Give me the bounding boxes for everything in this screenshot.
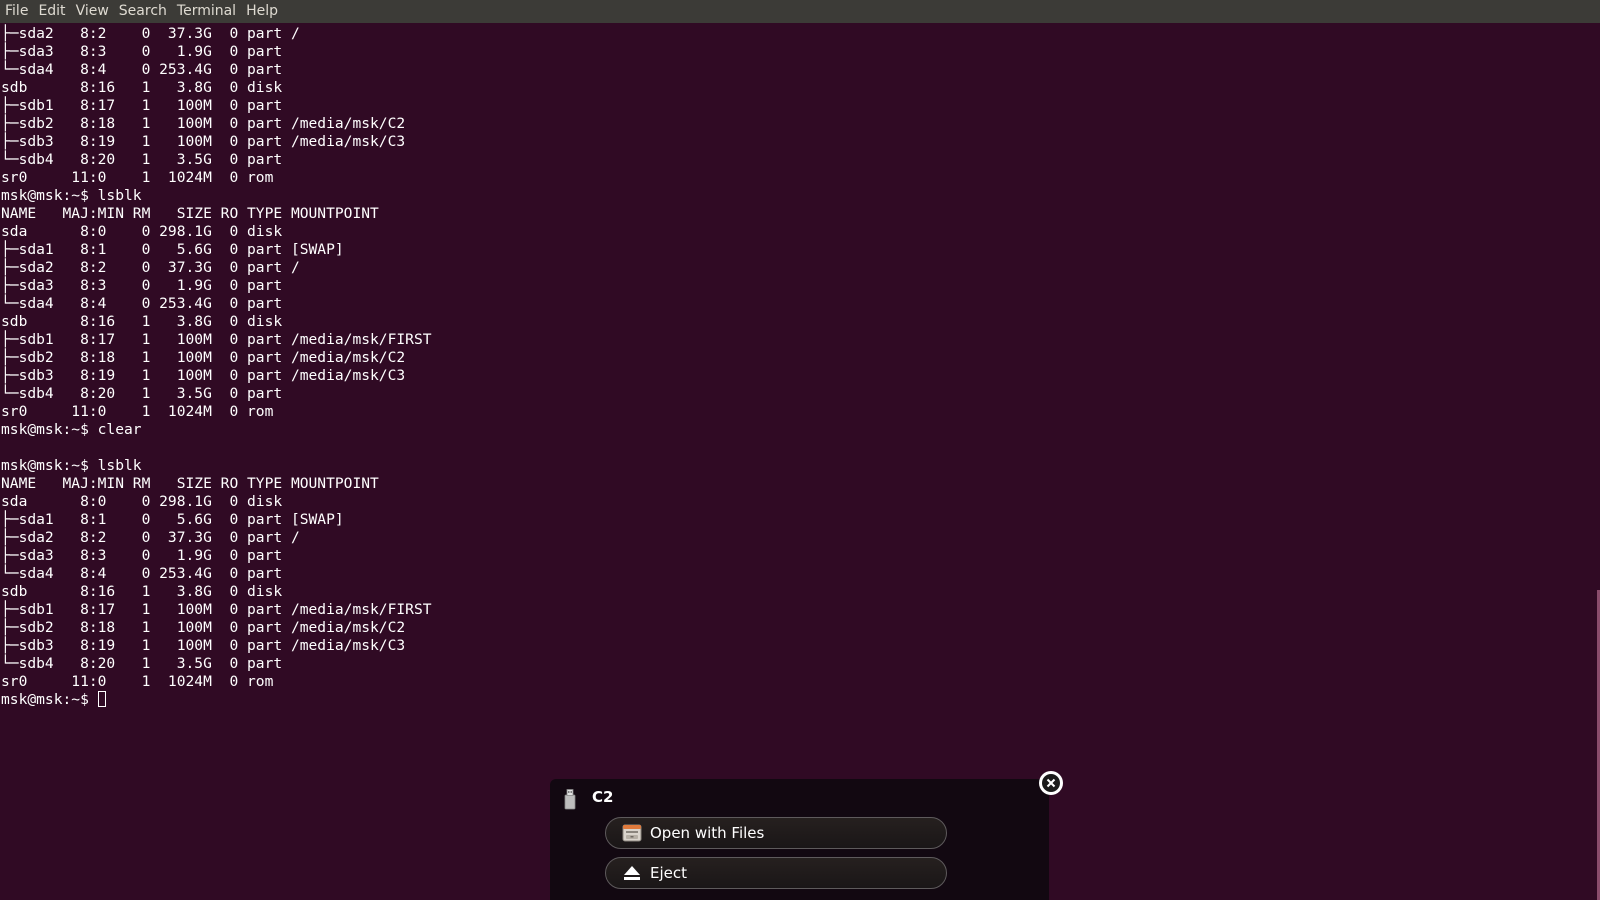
terminal-line: sr0 11:0 1 1024M 0 rom (1, 169, 291, 186)
menu-help[interactable]: Help (241, 0, 283, 23)
menu-file[interactable]: File (0, 0, 33, 23)
terminal-line: msk@msk:~$ lsblk (1, 187, 142, 204)
terminal-line: └─sdb4 8:20 1 3.5G 0 part (1, 151, 291, 168)
terminal-line: └─sdb4 8:20 1 3.5G 0 part (1, 655, 291, 672)
terminal-line: ├─sda3 8:3 0 1.9G 0 part (1, 547, 291, 564)
terminal-output[interactable]: ├─sda2 8:2 0 37.3G 0 part / ├─sda3 8:3 0 … (1, 25, 1581, 709)
terminal-line: ├─sdb3 8:19 1 100M 0 part /media/msk/C3 (1, 367, 406, 384)
terminal-line: ├─sda1 8:1 0 5.6G 0 part [SWAP] (1, 511, 344, 528)
terminal-line: ├─sda2 8:2 0 37.3G 0 part / (1, 25, 300, 42)
notification-title: C2 (592, 788, 614, 806)
terminal-line: └─sda4 8:4 0 253.4G 0 part (1, 565, 291, 582)
device-notification: C2 Open with Files Eject (550, 779, 1049, 900)
terminal-line: └─sda4 8:4 0 253.4G 0 part (1, 61, 291, 78)
terminal-line: ├─sda3 8:3 0 1.9G 0 part (1, 43, 291, 60)
terminal-line: ├─sdb2 8:18 1 100M 0 part /media/msk/C2 (1, 619, 406, 636)
terminal-line: ├─sdb2 8:18 1 100M 0 part /media/msk/C2 (1, 349, 406, 366)
close-icon (1046, 778, 1056, 788)
terminal-menubar: File Edit View Search Terminal Help (0, 0, 1600, 23)
terminal-line: ├─sda2 8:2 0 37.3G 0 part / (1, 529, 300, 546)
terminal-line: ├─sdb2 8:18 1 100M 0 part /media/msk/C2 (1, 115, 406, 132)
menu-edit[interactable]: Edit (33, 0, 70, 23)
terminal-cursor (97, 691, 106, 707)
terminal-line: sda 8:0 0 298.1G 0 disk (1, 493, 291, 510)
menu-view[interactable]: View (71, 0, 114, 23)
terminal-line: └─sda4 8:4 0 253.4G 0 part (1, 295, 291, 312)
terminal-line: NAME MAJ:MIN RM SIZE RO TYPE MOUNTPOINT (1, 205, 379, 222)
terminal-line: ├─sda3 8:3 0 1.9G 0 part (1, 277, 291, 294)
terminal-prompt-line[interactable]: msk@msk:~$ (1, 691, 1581, 709)
menu-terminal[interactable]: Terminal (172, 0, 241, 23)
terminal-prompt: msk@msk:~$ (1, 691, 98, 708)
terminal-line: msk@msk:~$ clear (1, 421, 142, 438)
terminal-line: ├─sdb1 8:17 1 100M 0 part /media/msk/FIR… (1, 331, 432, 348)
open-with-files-button[interactable]: Open with Files (605, 817, 947, 849)
terminal-line: sdb 8:16 1 3.8G 0 disk (1, 313, 291, 330)
terminal-line: ├─sdb1 8:17 1 100M 0 part (1, 97, 291, 114)
menu-search[interactable]: Search (114, 0, 172, 23)
terminal-line: sda 8:0 0 298.1G 0 disk (1, 223, 291, 240)
file-manager-icon (622, 824, 642, 842)
terminal-line: sdb 8:16 1 3.8G 0 disk (1, 79, 291, 96)
terminal-line: msk@msk:~$ lsblk (1, 457, 142, 474)
terminal-line: sr0 11:0 1 1024M 0 rom (1, 403, 291, 420)
terminal-line: ├─sdb1 8:17 1 100M 0 part /media/msk/FIR… (1, 601, 432, 618)
terminal-line: ├─sda1 8:1 0 5.6G 0 part [SWAP] (1, 241, 344, 258)
terminal-line: ├─sdb3 8:19 1 100M 0 part /media/msk/C3 (1, 637, 406, 654)
terminal-line: sdb 8:16 1 3.8G 0 disk (1, 583, 291, 600)
terminal-line: ├─sdb3 8:19 1 100M 0 part /media/msk/C3 (1, 133, 406, 150)
terminal-line: ├─sda2 8:2 0 37.3G 0 part / (1, 259, 300, 276)
eject-icon (624, 866, 640, 880)
open-with-files-label: Open with Files (650, 824, 765, 842)
usb-drive-icon (564, 789, 576, 810)
terminal-line: NAME MAJ:MIN RM SIZE RO TYPE MOUNTPOINT (1, 475, 379, 492)
notification-close-button[interactable] (1039, 771, 1063, 795)
eject-label: Eject (650, 864, 688, 882)
terminal-line: sr0 11:0 1 1024M 0 rom (1, 673, 291, 690)
eject-button[interactable]: Eject (605, 857, 947, 889)
terminal-line: └─sdb4 8:20 1 3.5G 0 part (1, 385, 291, 402)
